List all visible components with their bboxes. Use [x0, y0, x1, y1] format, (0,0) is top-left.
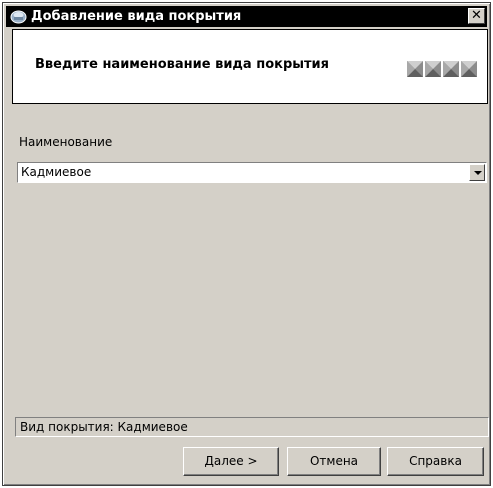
cancel-button[interactable]: Отмена [287, 447, 381, 476]
header-panel: Введите наименование вида покрытия [12, 29, 488, 104]
step-indicator-icon [407, 61, 423, 77]
next-button[interactable]: Далее > [183, 447, 279, 476]
header-instruction: Введите наименование вида покрытия [35, 57, 330, 72]
help-button[interactable]: Справка [387, 447, 484, 476]
status-text: Вид покрытия: Кадмиевое [20, 420, 188, 434]
close-button[interactable]: ✕ [468, 8, 485, 24]
app-icon [10, 8, 27, 25]
step-indicator-icon [443, 61, 459, 77]
title-bar[interactable]: Добавление вида покрытия ✕ [6, 6, 487, 27]
name-field-label: Наименование [19, 135, 113, 149]
name-combobox-value[interactable]: Кадмиевое [21, 165, 91, 179]
close-icon: ✕ [471, 8, 482, 23]
status-bar: Вид покрытия: Кадмиевое [15, 417, 489, 437]
name-combobox[interactable]: Кадмиевое [17, 162, 487, 183]
step-indicator-icon [425, 61, 441, 77]
wizard-steps [407, 61, 477, 77]
step-indicator-icon [461, 61, 477, 77]
chevron-down-icon[interactable] [469, 164, 485, 181]
window-title: Добавление вида покрытия [31, 9, 242, 24]
